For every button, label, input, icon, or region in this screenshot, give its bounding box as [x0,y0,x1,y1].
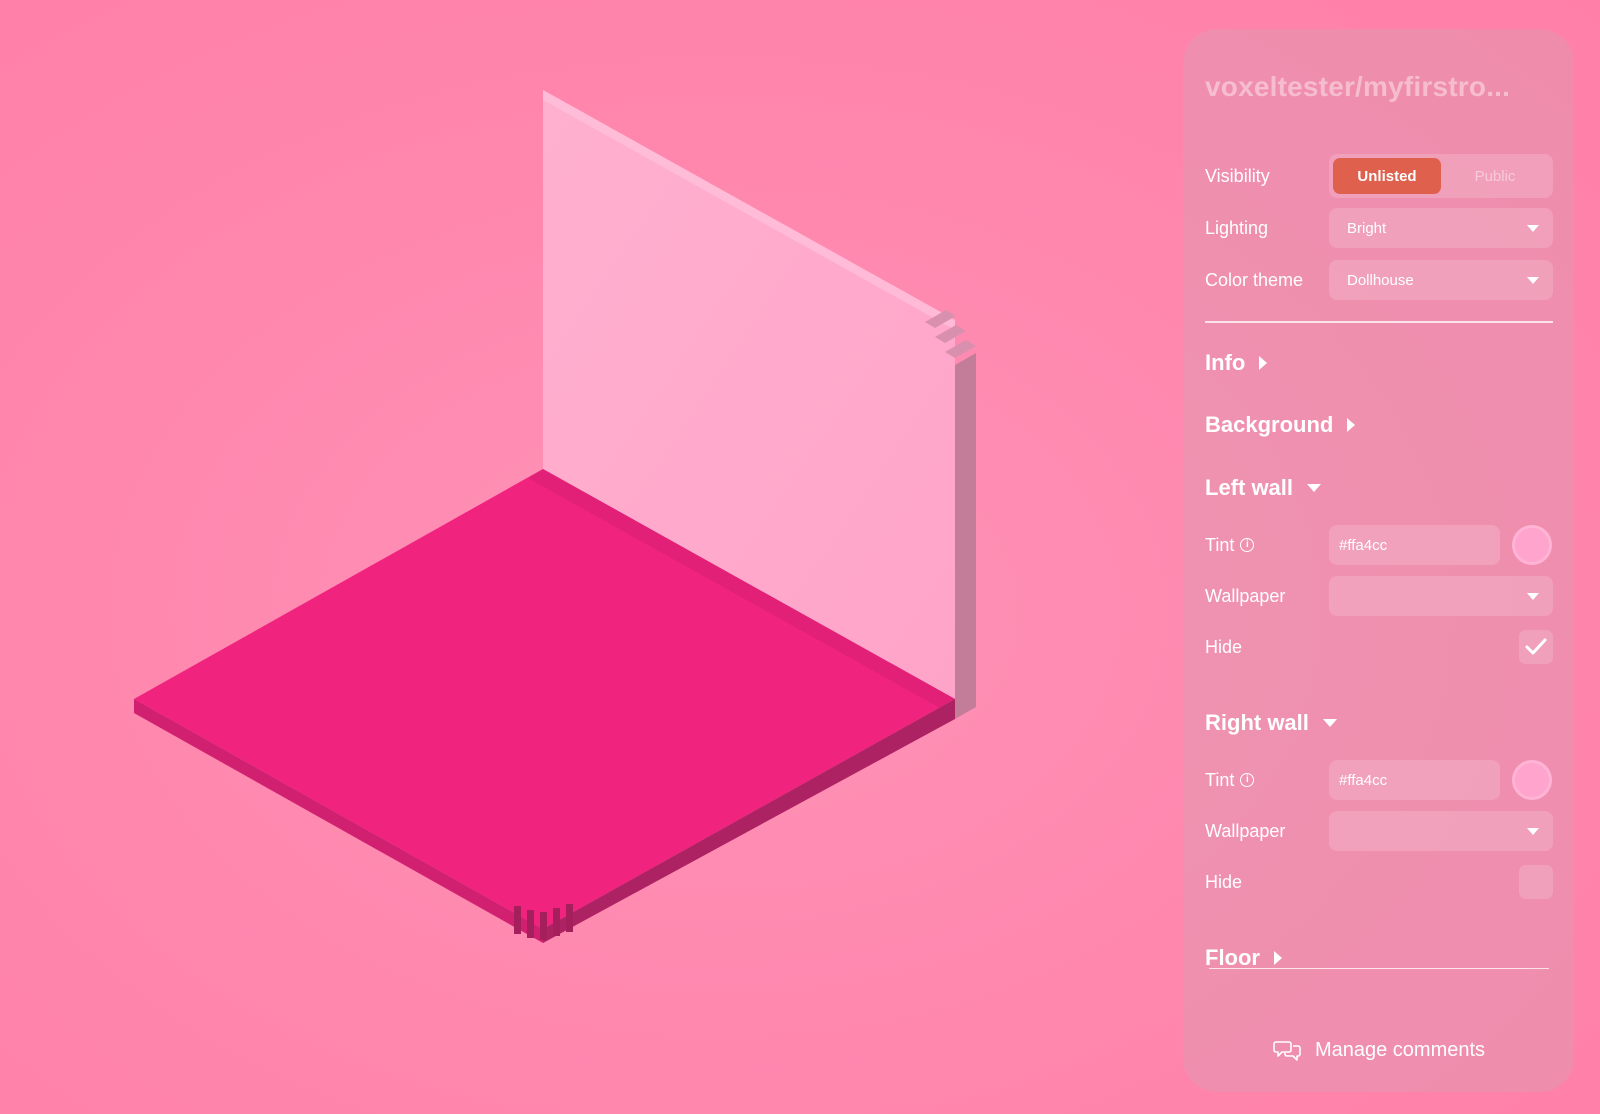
right-wall-wallpaper-select[interactable] [1329,811,1553,851]
info-icon[interactable]: i [1240,538,1255,552]
caret-right-icon [1274,951,1282,965]
color-theme-row: Color theme Dollhouse [1205,260,1553,300]
tint-label-text: Tint [1205,769,1235,790]
lighting-label: Lighting [1205,217,1269,238]
lighting-row: Lighting Bright [1205,208,1553,248]
visibility-unlisted-option[interactable]: Unlisted [1333,158,1441,194]
floor-section-toggle[interactable]: Floor [1205,940,1282,976]
visibility-label: Visibility [1205,165,1270,186]
visibility-row: Visibility Unlisted Public [1205,154,1553,198]
left-wall-hide-row: Hide [1205,627,1553,667]
color-theme-label: Color theme [1205,269,1304,290]
visibility-toggle: Unlisted Public [1329,154,1553,198]
left-wall-wallpaper-select[interactable] [1329,576,1553,616]
right-wall-hide-checkbox[interactable] [1519,865,1553,899]
chevron-down-icon [1527,827,1539,835]
right-wall-tint-label: Tint i [1205,770,1329,791]
left-wall-tint-input[interactable] [1329,525,1500,565]
right-wall-tint-row: Tint i [1205,760,1553,800]
lighting-value: Bright [1347,219,1387,237]
divider [1209,968,1549,969]
chevron-down-icon [1527,224,1539,232]
caret-down-icon [1322,719,1337,727]
right-wall-section-title: Right wall [1205,710,1309,735]
right-wall-hide-row: Hide [1205,862,1553,902]
room-title: voxeltester/myfirstro... [1205,71,1511,102]
color-theme-value: Dollhouse [1347,271,1414,289]
right-wall-tint-swatch[interactable] [1512,760,1552,800]
comments-icon [1273,1041,1301,1061]
background-section-title: Background [1205,412,1334,437]
right-wall-section-toggle[interactable]: Right wall [1205,705,1337,741]
right-wall-wallpaper-row: Wallpaper [1205,811,1553,851]
chevron-down-icon [1527,276,1539,284]
background-section-toggle[interactable]: Background [1205,407,1356,443]
right-wall-wallpaper-label: Wallpaper [1205,820,1286,841]
room-canvas[interactable] [0,0,1150,1114]
color-theme-select[interactable]: Dollhouse [1329,260,1553,300]
manage-comments-label: Manage comments [1314,1038,1486,1061]
caret-right-icon [1347,418,1356,432]
left-wall-hide-checkbox[interactable] [1519,630,1553,664]
info-section-title: Info [1205,350,1246,375]
right-wall-tint-input[interactable] [1329,760,1500,800]
lighting-select[interactable]: Bright [1329,208,1553,248]
manage-comments-button[interactable]: Manage comments [1205,1030,1553,1070]
room-settings-panel: voxeltester/myfirstro... Visibility Unli… [1183,29,1574,1092]
checkmark-icon [1525,638,1547,655]
caret-down-icon [1307,484,1322,492]
left-wall-section-toggle[interactable]: Left wall [1205,470,1322,506]
tint-label-text: Tint [1205,534,1235,555]
left-wall-hide-label: Hide [1205,636,1243,657]
info-icon[interactable]: i [1240,773,1255,787]
info-section-toggle[interactable]: Info [1205,345,1268,381]
left-wall-wallpaper-row: Wallpaper [1205,576,1553,616]
right-wall-hide-label: Hide [1205,871,1243,892]
chevron-down-icon [1527,592,1539,600]
left-wall-tint-label: Tint i [1205,535,1329,556]
left-wall-wallpaper-label: Wallpaper [1205,585,1286,606]
left-wall-tint-swatch[interactable] [1512,525,1552,565]
left-wall-tint-row: Tint i [1205,525,1553,565]
left-wall-section-title: Left wall [1205,475,1294,500]
visibility-public-option[interactable]: Public [1441,158,1549,194]
divider [1205,321,1553,323]
caret-right-icon [1259,356,1268,370]
